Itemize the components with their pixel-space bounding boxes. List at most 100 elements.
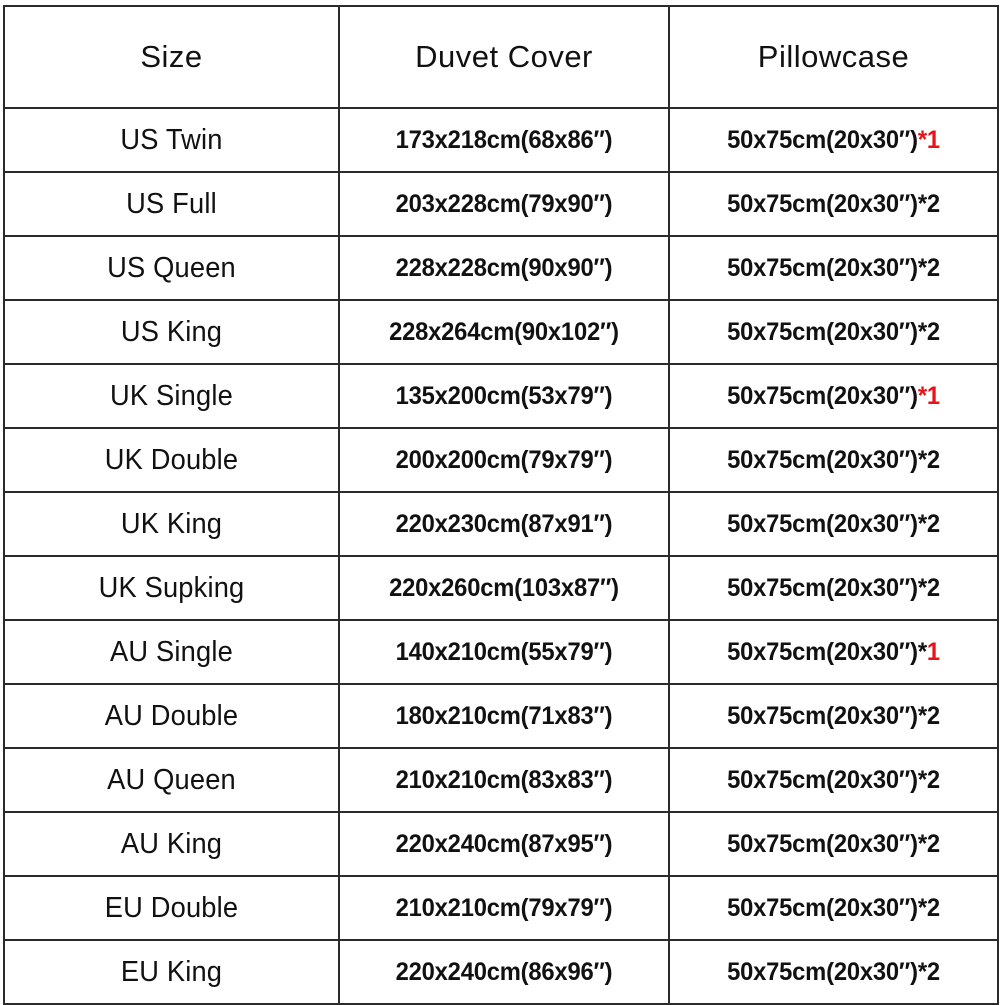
pillowcase-dimensions: 50x75cm(20x30″) — [727, 893, 918, 922]
cell-duvet-cover-size: 228x228cm(90x90″) — [346, 235, 662, 301]
table-row: UK Single 135x200cm(53x79″) 50x75cm(20x30″… — [4, 363, 998, 429]
pillowcase-quantity: 2 — [926, 957, 940, 986]
pillowcase-quantity: 1 — [926, 637, 940, 666]
pillowcase-quantity: 1 — [926, 381, 940, 410]
pillowcase-multiplier-asterisk: * — [917, 701, 927, 730]
cell-duvet-cover-size: 140x210cm(55x79″) — [346, 619, 662, 685]
pillowcase-multiplier-asterisk: * — [917, 125, 927, 154]
cell-size-label: AU Single — [13, 619, 330, 685]
table-row: UK Supking 220x260cm(103x87″) 50x75cm(20x3… — [4, 555, 998, 621]
pillowcase-quantity: 2 — [926, 893, 940, 922]
pillowcase-dimensions: 50x75cm(20x30″) — [727, 957, 918, 986]
cell-size-label: UK Single — [13, 363, 330, 429]
table-header: Size Duvet Cover Pillowcase — [3, 5, 999, 109]
pillowcase-multiplier-asterisk: * — [917, 445, 927, 474]
table-row: EU King 220x240cm(86x96″) 50x75cm(20x30″)*… — [4, 939, 998, 1005]
cell-size-label: EU Double — [13, 875, 330, 941]
pillowcase-multiplier-asterisk: * — [917, 381, 927, 410]
pillowcase-dimensions: 50x75cm(20x30″) — [727, 509, 918, 538]
cell-size-label: UK Double — [13, 427, 330, 493]
cell-duvet-cover-size: 220x260cm(103x87″) — [346, 555, 662, 621]
pillowcase-dimensions: 50x75cm(20x30″) — [727, 765, 918, 794]
pillowcase-quantity: 2 — [926, 573, 940, 602]
cell-duvet-cover-size: 203x228cm(79x90″) — [346, 171, 662, 237]
cell-size-label: UK King — [13, 491, 330, 557]
pillowcase-quantity: 1 — [926, 125, 940, 154]
pillowcase-dimensions: 50x75cm(20x30″) — [727, 701, 918, 730]
pillowcase-dimensions: 50x75cm(20x30″) — [727, 253, 918, 282]
pillowcase-multiplier-asterisk: * — [917, 253, 927, 282]
cell-pillowcase-size: 50x75cm(20x30″)*2 — [676, 747, 991, 813]
pillowcase-quantity: 2 — [926, 765, 940, 794]
cell-pillowcase-size: 50x75cm(20x30″)*2 — [676, 171, 991, 237]
pillowcase-multiplier-asterisk: * — [917, 573, 927, 602]
cell-pillowcase-size: 50x75cm(20x30″)*2 — [676, 939, 991, 1005]
cell-duvet-cover-size: 220x240cm(87x95″) — [346, 811, 662, 877]
pillowcase-dimensions: 50x75cm(20x30″) — [727, 573, 918, 602]
table-row: US Twin 173x218cm(68x86″) 50x75cm(20x30″)*… — [4, 107, 998, 173]
cell-pillowcase-size: 50x75cm(20x30″)*2 — [676, 811, 991, 877]
pillowcase-dimensions: 50x75cm(20x30″) — [727, 381, 918, 410]
pillowcase-dimensions: 50x75cm(20x30″) — [727, 125, 918, 154]
cell-size-label: AU Queen — [13, 747, 330, 813]
column-header-size: Size — [3, 5, 340, 109]
pillowcase-quantity: 2 — [926, 317, 940, 346]
pillowcase-dimensions: 50x75cm(20x30″) — [727, 317, 918, 346]
table-row: US Full 203x228cm(79x90″) 50x75cm(20x30″)*… — [4, 171, 998, 237]
pillowcase-multiplier-asterisk: * — [917, 189, 927, 218]
cell-pillowcase-size: 50x75cm(20x30″)*2 — [676, 555, 991, 621]
cell-duvet-cover-size: 228x264cm(90x102″) — [346, 299, 662, 365]
pillowcase-quantity: 2 — [926, 701, 940, 730]
size-chart-container: Size Duvet Cover Pillowcase US Twin 173x2… — [3, 5, 999, 1005]
table-body: US Twin 173x218cm(68x86″) 50x75cm(20x30″)*… — [4, 107, 998, 1005]
cell-size-label: UK Supking — [13, 555, 330, 621]
column-header-duvet-cover: Duvet Cover — [338, 5, 670, 109]
pillowcase-quantity: 2 — [926, 445, 940, 474]
cell-pillowcase-size: 50x75cm(20x30″)*2 — [676, 683, 991, 749]
cell-pillowcase-size: 50x75cm(20x30″)*2 — [676, 235, 991, 301]
cell-duvet-cover-size: 220x240cm(86x96″) — [346, 939, 662, 1005]
cell-duvet-cover-size: 210x210cm(83x83″) — [346, 747, 662, 813]
cell-duvet-cover-size: 200x200cm(79x79″) — [346, 427, 662, 493]
pillowcase-quantity: 2 — [926, 509, 940, 538]
table-header-row: Size Duvet Cover Pillowcase — [3, 5, 999, 109]
cell-duvet-cover-size: 135x200cm(53x79″) — [346, 363, 662, 429]
pillowcase-quantity: 2 — [926, 189, 940, 218]
table-row: US Queen 228x228cm(90x90″) 50x75cm(20x30″)… — [4, 235, 998, 301]
table-row: AU Queen 210x210cm(83x83″) 50x75cm(20x30″)… — [4, 747, 998, 813]
cell-pillowcase-size: 50x75cm(20x30″)*2 — [676, 427, 991, 493]
cell-duvet-cover-size: 210x210cm(79x79″) — [346, 875, 662, 941]
cell-size-label: EU King — [13, 939, 330, 1005]
pillowcase-multiplier-asterisk: * — [917, 829, 927, 858]
cell-size-label: AU Double — [13, 683, 330, 749]
cell-pillowcase-size: 50x75cm(20x30″)*2 — [676, 491, 991, 557]
pillowcase-multiplier-asterisk: * — [917, 317, 927, 346]
cell-size-label: US King — [13, 299, 330, 365]
cell-duvet-cover-size: 173x218cm(68x86″) — [346, 107, 662, 173]
pillowcase-dimensions: 50x75cm(20x30″) — [727, 637, 918, 666]
pillowcase-multiplier-asterisk: * — [917, 893, 927, 922]
cell-duvet-cover-size: 220x230cm(87x91″) — [346, 491, 662, 557]
column-header-pillowcase: Pillowcase — [668, 5, 999, 109]
cell-pillowcase-size: 50x75cm(20x30″)*1 — [676, 619, 991, 685]
cell-size-label: US Full — [13, 171, 330, 237]
cell-pillowcase-size: 50x75cm(20x30″)*1 — [676, 107, 991, 173]
pillowcase-multiplier-asterisk: * — [917, 765, 927, 794]
cell-pillowcase-size: 50x75cm(20x30″)*2 — [676, 299, 991, 365]
pillowcase-multiplier-asterisk: * — [917, 509, 927, 538]
cell-size-label: AU King — [13, 811, 330, 877]
cell-size-label: US Twin — [13, 107, 330, 173]
table-row: AU King 220x240cm(87x95″) 50x75cm(20x30″)*… — [4, 811, 998, 877]
pillowcase-dimensions: 50x75cm(20x30″) — [727, 829, 918, 858]
table-row: UK Double 200x200cm(79x79″) 50x75cm(20x30″… — [4, 427, 998, 493]
pillowcase-dimensions: 50x75cm(20x30″) — [727, 189, 918, 218]
cell-pillowcase-size: 50x75cm(20x30″)*1 — [676, 363, 991, 429]
table-row: AU Single 140x210cm(55x79″) 50x75cm(20x30″… — [4, 619, 998, 685]
bedding-size-table: Size Duvet Cover Pillowcase US Twin 173x2… — [3, 5, 999, 1005]
table-row: UK King 220x230cm(87x91″) 50x75cm(20x30″)*… — [4, 491, 998, 557]
cell-size-label: US Queen — [13, 235, 330, 301]
cell-pillowcase-size: 50x75cm(20x30″)*2 — [676, 875, 991, 941]
pillowcase-multiplier-asterisk: * — [917, 637, 927, 666]
table-row: US King 228x264cm(90x102″) 50x75cm(20x30″)… — [4, 299, 998, 365]
pillowcase-quantity: 2 — [926, 253, 940, 282]
